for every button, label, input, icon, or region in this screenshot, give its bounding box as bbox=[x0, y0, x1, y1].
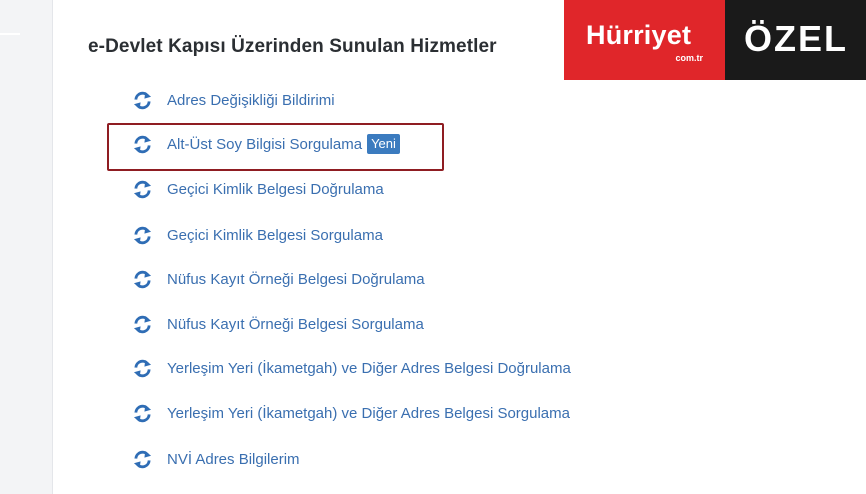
refresh-icon bbox=[133, 180, 152, 199]
page: e-Devlet Kapısı Üzerinden Sunulan Hizmet… bbox=[0, 0, 866, 494]
service-link[interactable]: NVİ Adres Bilgilerim bbox=[167, 451, 300, 468]
service-link[interactable]: Yerleşim Yeri (İkametgah) ve Diğer Adres… bbox=[167, 360, 571, 377]
refresh-icon bbox=[133, 270, 152, 289]
service-link[interactable]: Adres Değişikliği Bildirimi bbox=[167, 92, 335, 109]
service-item-gecici-kimlik-dogrulama[interactable]: Geçici Kimlik Belgesi Doğrulama bbox=[133, 177, 384, 201]
service-link[interactable]: Geçici Kimlik Belgesi Doğrulama bbox=[167, 181, 384, 198]
highlight-box bbox=[107, 123, 444, 171]
left-sidebar bbox=[0, 0, 53, 494]
service-item-yerlesim-sorgulama[interactable]: Yerleşim Yeri (İkametgah) ve Diğer Adres… bbox=[133, 401, 570, 425]
ozel-label: ÖZEL bbox=[744, 18, 848, 59]
brand-domain: com.tr bbox=[675, 53, 703, 63]
refresh-icon bbox=[133, 359, 152, 378]
refresh-icon bbox=[133, 450, 152, 469]
service-item-adres-degisikligi[interactable]: Adres Değişikliği Bildirimi bbox=[133, 88, 335, 112]
service-item-nvi-adres[interactable]: NVİ Adres Bilgilerim bbox=[133, 447, 300, 471]
service-link[interactable]: Yerleşim Yeri (İkametgah) ve Diğer Adres… bbox=[167, 405, 570, 422]
refresh-icon bbox=[133, 404, 152, 423]
refresh-icon bbox=[133, 91, 152, 110]
service-item-gecici-kimlik-sorgulama[interactable]: Geçici Kimlik Belgesi Sorgulama bbox=[133, 223, 383, 247]
service-link[interactable]: Nüfus Kayıt Örneği Belgesi Sorgulama bbox=[167, 316, 424, 333]
refresh-icon bbox=[133, 315, 152, 334]
refresh-icon bbox=[133, 226, 152, 245]
service-link[interactable]: Nüfus Kayıt Örneği Belgesi Doğrulama bbox=[167, 271, 425, 288]
ozel-tag: ÖZEL bbox=[725, 0, 866, 80]
section-title: e-Devlet Kapısı Üzerinden Sunulan Hizmet… bbox=[88, 36, 497, 57]
service-item-yerlesim-dogrulama[interactable]: Yerleşim Yeri (İkametgah) ve Diğer Adres… bbox=[133, 356, 571, 380]
hurriyet-logo: Hürriyet com.tr bbox=[564, 0, 725, 80]
service-item-nufus-kayit-dogrulama[interactable]: Nüfus Kayıt Örneği Belgesi Doğrulama bbox=[133, 267, 425, 291]
sidebar-divider bbox=[0, 33, 20, 35]
brand-name: Hürriyet bbox=[586, 20, 692, 50]
service-link[interactable]: Geçici Kimlik Belgesi Sorgulama bbox=[167, 227, 383, 244]
service-item-nufus-kayit-sorgulama[interactable]: Nüfus Kayıt Örneği Belgesi Sorgulama bbox=[133, 312, 424, 336]
